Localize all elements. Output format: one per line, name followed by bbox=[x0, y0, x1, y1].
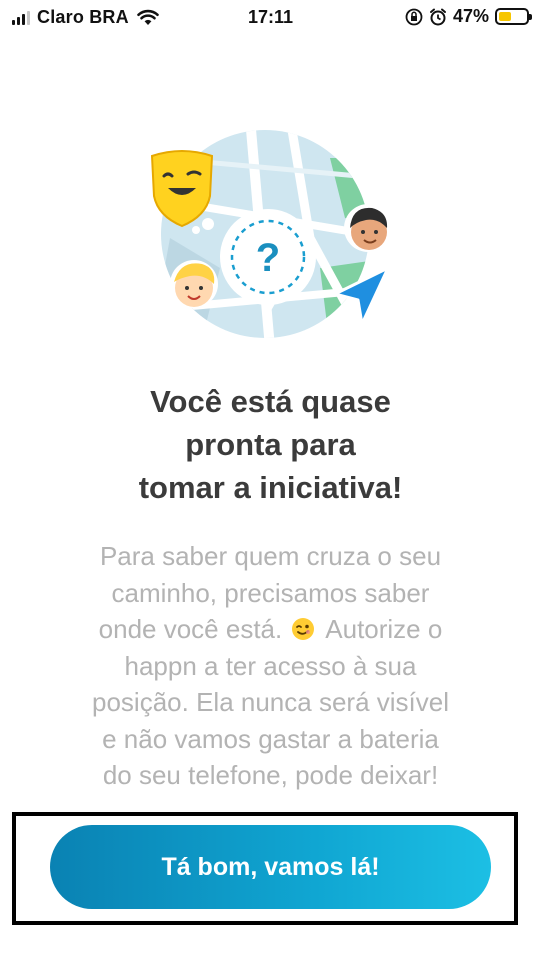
body-line: happn a ter acesso à sua bbox=[124, 650, 417, 681]
permission-explanation: Para saber quem cruza o seu caminho, pre… bbox=[30, 538, 511, 794]
winking-face-icon bbox=[292, 618, 315, 640]
status-bar-right: 47% bbox=[405, 6, 532, 27]
orientation-lock-icon bbox=[405, 8, 423, 25]
body-line: posição. Ela nunca será visível bbox=[92, 687, 449, 717]
page-title: Você está quase pronta para tomar a inic… bbox=[0, 380, 541, 509]
body-line: Para saber quem cruza o seu bbox=[99, 541, 442, 571]
battery-percentage: 47% bbox=[452, 6, 489, 26]
battery-icon bbox=[495, 8, 532, 25]
title-line: Você está quase bbox=[150, 384, 391, 419]
battery-level-fill bbox=[499, 12, 512, 21]
boy-avatar bbox=[344, 204, 392, 252]
alarm-icon bbox=[429, 8, 446, 25]
question-mark: ? bbox=[256, 236, 280, 280]
shield-mascot bbox=[150, 150, 214, 234]
status-bar: Claro BRA 17:11 47% bbox=[0, 0, 541, 36]
body-line-with-emoji: onde você está. Autorize o bbox=[30, 611, 511, 648]
girl-avatar bbox=[170, 260, 218, 308]
body-line: do seu telefone, pode deixar! bbox=[102, 760, 439, 790]
body-line: caminho, precisamos saber bbox=[111, 577, 430, 608]
location-illustration: ? bbox=[150, 130, 392, 338]
body-line: onde você está. bbox=[98, 614, 283, 644]
accept-location-button[interactable]: Tá bom, vamos lá! bbox=[50, 825, 491, 909]
title-line: tomar a iniciativa! bbox=[138, 470, 403, 505]
title-line: pronta para bbox=[185, 427, 356, 462]
body-line: Autorize o bbox=[325, 614, 443, 644]
body-line: e não vamos gastar a bateria bbox=[102, 723, 439, 754]
